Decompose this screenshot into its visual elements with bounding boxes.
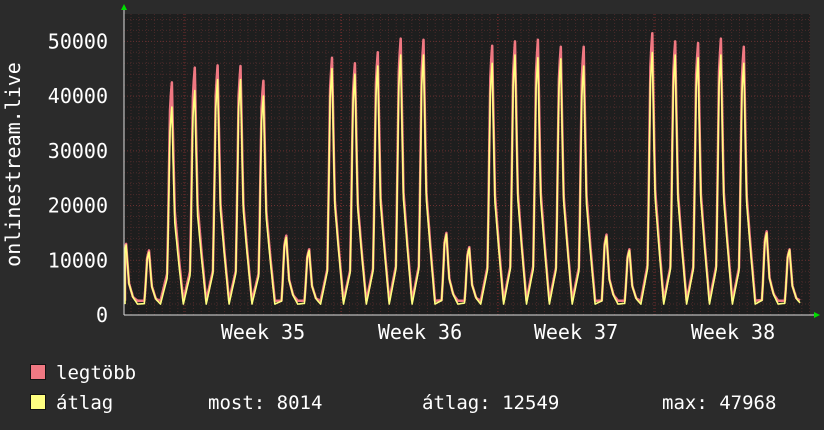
x-axis-arrow <box>814 312 820 318</box>
y-tick-label: 50000 <box>48 29 108 53</box>
x-tick-label: Week 36 <box>378 320 462 344</box>
x-tick-label: Week 37 <box>534 320 618 344</box>
legend-max-label: legtöbb <box>56 362 137 384</box>
stat-average: átlag: 12549 <box>422 392 559 414</box>
legend-avg-swatch <box>30 394 46 410</box>
y-tick-label: 20000 <box>48 194 108 218</box>
legend-avg-label: átlag <box>56 392 114 414</box>
stat-current-label: most: <box>208 392 266 414</box>
stat-average-label: átlag: <box>422 392 491 414</box>
y-tick-label: 40000 <box>48 84 108 108</box>
y-tick-label: 10000 <box>48 248 108 272</box>
stat-current-value: 8014 <box>276 392 323 414</box>
legend-max: legtöbb <box>30 362 136 384</box>
stat-average-value: 12549 <box>502 392 560 414</box>
chart-container: 0 10000 20000 30000 40000 50000 Week 35 Week 36… <box>0 0 824 430</box>
x-tick-label: Week 35 <box>221 320 305 344</box>
y-axis-arrow <box>121 4 127 10</box>
y-axis-label: onlinestream.live <box>1 62 25 267</box>
legend-avg: átlag <box>30 392 113 414</box>
stat-maximum-value: 47968 <box>719 392 777 414</box>
x-tick-label: Week 38 <box>691 320 775 344</box>
legend-max-swatch <box>30 364 46 380</box>
stat-maximum: max: 47968 <box>662 392 776 414</box>
y-tick-label: 0 <box>96 303 108 327</box>
stat-current: most: 8014 <box>208 392 322 414</box>
y-tick-label: 30000 <box>48 139 108 163</box>
stat-maximum-label: max: <box>662 392 708 414</box>
